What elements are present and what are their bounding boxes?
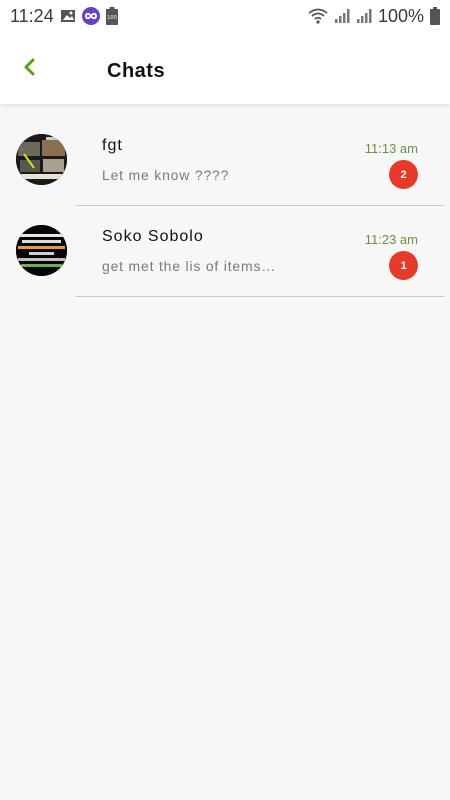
unread-badge: 1 [389, 251, 418, 280]
page-title: Chats [107, 60, 166, 82]
chat-list-item[interactable]: fgt Let me know ???? 11:13 am 2 [0, 115, 450, 206]
avatar [16, 134, 67, 185]
status-time: 11:24 [10, 5, 54, 26]
chat-time: 11:23 am [364, 232, 418, 247]
chat-preview: get met the lis of items… [102, 258, 277, 274]
signal-icon [334, 8, 350, 24]
app-header: Chats [0, 32, 450, 104]
status-bar: 11:24 100 100% [0, 0, 450, 32]
chat-name: fgt [102, 137, 123, 154]
signal-icon-2 [356, 8, 372, 24]
chat-name: Soko Sobolo [102, 228, 204, 245]
unread-badge: 2 [389, 160, 418, 189]
avatar [16, 225, 67, 276]
wifi-icon [308, 8, 328, 24]
divider [76, 296, 444, 297]
image-icon [60, 8, 76, 24]
svg-text:100: 100 [107, 15, 117, 21]
chat-list: fgt Let me know ???? 11:13 am 2 Soko Sob… [0, 115, 450, 297]
back-button[interactable] [14, 54, 44, 84]
chevron-left-icon [22, 57, 36, 82]
battery-saver-icon: 100 [105, 7, 118, 25]
battery-icon [430, 7, 440, 25]
chat-preview: Let me know ???? [102, 167, 230, 183]
chat-time: 11:13 am [364, 141, 418, 156]
chat-list-item[interactable]: Soko Sobolo get met the lis of items… 11… [0, 206, 450, 297]
sync-app-icon [81, 7, 100, 25]
battery-percent: 100% [377, 5, 424, 26]
